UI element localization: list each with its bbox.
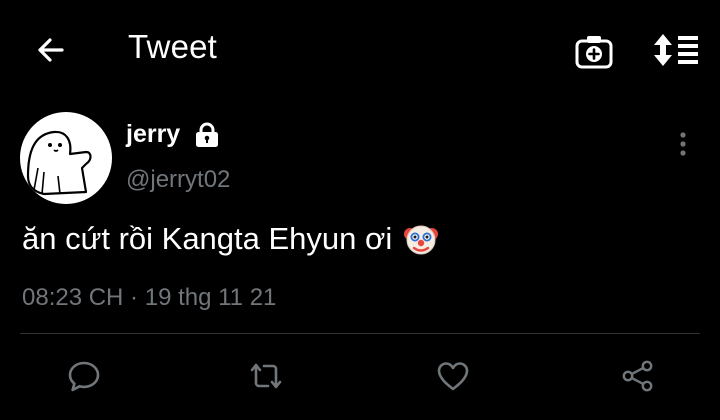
tweet-text-content: ăn cứt rồi Kangta Ehyun ơi: [22, 221, 393, 256]
back-button[interactable]: [32, 32, 68, 68]
tweet-timestamp: 08:23 CH · 19 thg 11 21: [22, 284, 277, 311]
lock-icon: [193, 122, 221, 148]
camera-plus-icon: [575, 36, 613, 69]
sort-button[interactable]: [652, 30, 700, 70]
retweet-button[interactable]: [246, 356, 286, 396]
avatar[interactable]: [20, 112, 112, 204]
page-title: Tweet: [128, 28, 218, 65]
more-vertical-icon: [680, 132, 686, 156]
arrow-left-icon: [38, 38, 64, 62]
more-options-button[interactable]: [668, 126, 698, 162]
reply-button[interactable]: [64, 356, 104, 396]
clown-face-icon: [402, 220, 440, 258]
heart-icon: [437, 362, 469, 391]
sort-arrows-list-icon: [654, 34, 698, 66]
camera-button[interactable]: [574, 32, 614, 70]
app-bar: Tweet: [0, 0, 720, 100]
divider: [20, 333, 700, 334]
author-handle[interactable]: @jerryt02: [126, 166, 230, 194]
reply-bubble-icon: [68, 361, 100, 392]
retweet-icon: [250, 363, 282, 389]
tweet-detail-screen: Tweet jerry @jerryt02 ăn cứt rồi Kangta …: [0, 0, 720, 420]
share-icon: [622, 360, 653, 392]
author-display-name[interactable]: jerry: [126, 120, 180, 149]
share-button[interactable]: [618, 356, 658, 396]
like-button[interactable]: [433, 356, 473, 396]
doodle-avatar-icon: [26, 130, 92, 196]
tweet-text: ăn cứt rồi Kangta Ehyun ơi: [22, 220, 440, 258]
